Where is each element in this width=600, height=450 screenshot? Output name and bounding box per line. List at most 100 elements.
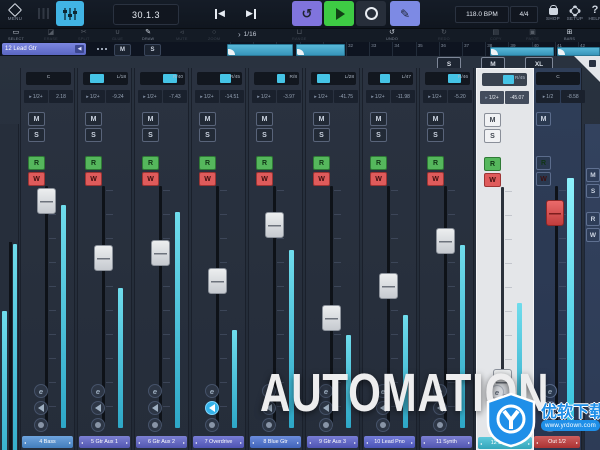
mute-button[interactable]: M	[85, 112, 102, 126]
skip-forward-button[interactable]: ▶	[246, 5, 257, 22]
mute-button[interactable]: M	[484, 113, 501, 127]
channel-edit-button[interactable]: e	[91, 384, 105, 398]
fader-handle[interactable]	[379, 273, 398, 299]
channel-name-label[interactable]: ◂ 4 Bass ▸	[22, 436, 73, 448]
solo-button[interactable]: S	[199, 128, 216, 142]
channel-name-label[interactable]: ◂ 6 Gtr Aux 2 ▸	[136, 436, 187, 448]
automation-write-button[interactable]: W	[142, 172, 159, 186]
output-routing-button[interactable]: ▸ 1/2+	[366, 90, 390, 103]
output-routing-button[interactable]: ▸ 1/2+	[138, 90, 162, 103]
solo-button[interactable]: S	[427, 128, 444, 142]
audio-clip[interactable]	[227, 44, 293, 56]
automation-read-button[interactable]: R	[370, 156, 387, 170]
erase-tool-button[interactable]: ◪ ERASE	[44, 29, 58, 41]
select-tool-button[interactable]: ▭ SELECT	[8, 29, 24, 41]
volume-db-value[interactable]: -11.98	[391, 90, 415, 103]
automation-read-button[interactable]: R	[28, 156, 45, 170]
solo-button[interactable]: S	[313, 128, 330, 142]
fader-handle[interactable]	[37, 188, 56, 214]
fader-handle[interactable]	[265, 212, 284, 238]
mute-button[interactable]: M	[256, 112, 273, 126]
mute-button[interactable]: M	[536, 112, 551, 126]
automation-write-button[interactable]: W	[370, 172, 387, 186]
pan-control[interactable]: L/18	[83, 72, 128, 85]
chevron-right-icon[interactable]: ▸	[126, 440, 128, 445]
automation-read-button[interactable]: R	[256, 156, 273, 170]
audio-clip[interactable]	[296, 44, 345, 56]
redo-tool-button[interactable]: ↻ REDO	[438, 29, 450, 41]
output-routing-button[interactable]: ▸ 1/2+	[24, 90, 48, 103]
channel-name-label[interactable]: ◂ 8 Blue Gtr ▸	[250, 436, 301, 448]
pan-control[interactable]: C	[26, 72, 71, 85]
fader-handle[interactable]	[322, 305, 341, 331]
record-button[interactable]	[356, 1, 386, 26]
volume-db-value[interactable]: -7.43	[163, 90, 187, 103]
monitor-button[interactable]	[205, 401, 219, 415]
fader-handle[interactable]	[436, 228, 455, 254]
record-enable-button[interactable]	[34, 418, 48, 432]
chevron-right-icon[interactable]: ▸	[69, 440, 71, 445]
solo-button[interactable]: S	[142, 128, 159, 142]
solo-button[interactable]: S	[586, 184, 600, 198]
loop-button[interactable]: ↺	[292, 1, 322, 26]
monitor-button[interactable]	[148, 401, 162, 415]
solo-button[interactable]: S	[256, 128, 273, 142]
clip-fade-handle[interactable]	[228, 49, 235, 55]
chevron-right-icon[interactable]: ▸	[183, 440, 185, 445]
draw-tool-button[interactable]: ✎ DRAW	[142, 29, 154, 41]
automation-write-button[interactable]: W	[199, 172, 216, 186]
copy-tool-button[interactable]: ▤ COPY	[490, 29, 502, 41]
chevron-right-icon[interactable]: ▸	[468, 440, 470, 445]
automation-read-button[interactable]: R	[313, 156, 330, 170]
solo-button[interactable]: S	[85, 128, 102, 142]
pan-control[interactable]: R/45	[197, 72, 242, 85]
solo-button[interactable]: S	[370, 128, 387, 142]
automation-read-button[interactable]: R	[536, 156, 551, 170]
pan-control[interactable]: C	[536, 72, 580, 85]
clip-fade-handle[interactable]	[297, 49, 304, 55]
fader-handle[interactable]	[94, 245, 113, 271]
automation-write-button[interactable]: W	[85, 172, 102, 186]
pan-control[interactable]: R/8	[254, 72, 299, 85]
mute-button[interactable]: M	[313, 112, 330, 126]
record-enable-button[interactable]	[91, 418, 105, 432]
solo-button[interactable]: S	[28, 128, 45, 142]
track-name-chip[interactable]: 12 Lead Gtr ◀	[2, 43, 86, 55]
automation-read-button[interactable]: R	[484, 157, 501, 171]
mute-button[interactable]: M	[427, 112, 444, 126]
glue-tool-button[interactable]: ∪ GLUE	[112, 29, 123, 41]
help-button[interactable]: ? HELP	[582, 2, 600, 24]
clip-fade-handle[interactable]	[491, 49, 498, 55]
clip-fade-handle[interactable]	[558, 49, 565, 55]
chevron-right-icon[interactable]: ▸	[297, 440, 299, 445]
fader-handle[interactable]	[208, 268, 227, 294]
automation-read-button[interactable]: R	[199, 156, 216, 170]
mute-button[interactable]: M	[142, 112, 159, 126]
record-enable-button[interactable]	[148, 418, 162, 432]
automation-write-button[interactable]: W	[484, 173, 501, 187]
pan-control[interactable]: R/45	[482, 73, 527, 86]
mute-button[interactable]: M	[28, 112, 45, 126]
mute-button[interactable]: M	[199, 112, 216, 126]
volume-db-value[interactable]: -45.07	[505, 91, 529, 104]
volume-db-value[interactable]: 2.18	[49, 90, 73, 103]
output-routing-button[interactable]: ▸ 1/2	[536, 90, 560, 103]
channel-name-label[interactable]: ◂ 5 Gtr Aux 1 ▸	[79, 436, 130, 448]
output-routing-button[interactable]: ▸ 1/2+	[81, 90, 105, 103]
track-mute-button[interactable]: M	[114, 44, 131, 56]
chevron-right-icon[interactable]: ▸	[411, 440, 413, 445]
channel-name-label[interactable]: ◂ 10 Lead Pno ▸	[364, 436, 415, 448]
track-solo-button[interactable]: S	[144, 44, 161, 56]
audio-clip[interactable]	[490, 47, 554, 56]
output-routing-button[interactable]: ▸ 1/2+	[195, 90, 219, 103]
split-tool-button[interactable]: ✂ SPLIT	[78, 29, 90, 41]
automation-write-button[interactable]: W	[28, 172, 45, 186]
record-enable-button[interactable]	[205, 418, 219, 432]
time-display[interactable]: 30.1.3	[113, 4, 179, 25]
automation-write-button[interactable]: W	[256, 172, 273, 186]
pan-control[interactable]: R/40	[140, 72, 185, 85]
pan-control[interactable]: R/46	[425, 72, 470, 85]
automation-write-button[interactable]: W	[586, 228, 600, 242]
automation-write-button[interactable]: W	[313, 172, 330, 186]
channel-name-label[interactable]: ◂ 9 Gtr Aux 3 ▸	[307, 436, 358, 448]
